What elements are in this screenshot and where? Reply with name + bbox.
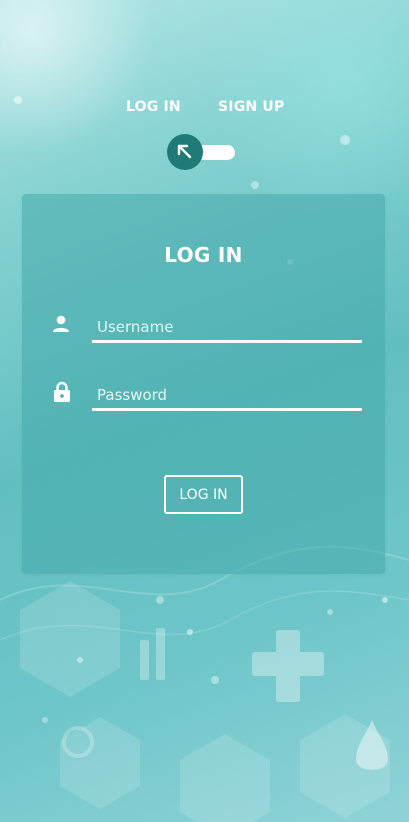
toggle-signup-label[interactable]: SIGN UP <box>218 99 284 115</box>
arrow-up-left-icon <box>177 144 192 159</box>
login-button[interactable]: LOG IN <box>164 475 243 514</box>
toggle-login-label[interactable]: LOG IN <box>126 99 181 115</box>
lock-icon <box>53 381 71 407</box>
user-icon <box>52 315 70 337</box>
form-title: LOG IN <box>164 243 243 267</box>
username-input[interactable] <box>92 313 362 343</box>
switch-knob[interactable] <box>167 134 203 170</box>
login-page: LOG IN SIGN UP LOG IN LOG IN <box>0 0 409 822</box>
auth-toggle-labels: LOG IN SIGN UP <box>0 99 409 119</box>
login-signup-switch[interactable] <box>167 134 235 170</box>
password-input[interactable] <box>92 381 362 411</box>
